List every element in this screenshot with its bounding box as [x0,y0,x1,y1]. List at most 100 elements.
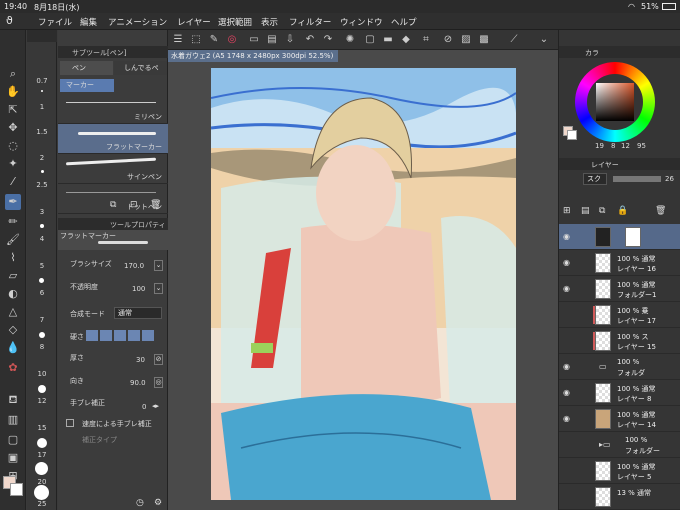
layer-blend-select[interactable]: スク [583,173,607,185]
layer-delete-icon[interactable]: 🗑 [655,206,666,216]
eye-icon[interactable]: ◉ [563,362,570,371]
hardness-selector[interactable] [86,330,154,341]
dropdown-icon[interactable]: ⌄ [154,260,163,271]
size-label[interactable]: 4 [27,235,57,243]
direction-icon[interactable]: ◎ [154,377,163,388]
menu-view[interactable]: 表示 [261,16,278,28]
blend-mode-select[interactable]: 通常 [114,307,162,319]
chevron-down-icon[interactable]: ⌄ [538,34,550,46]
document-tab[interactable]: 水着ガウェ2 (A5 1748 x 2480px 300dpi 52.5%) [168,50,338,62]
eye-icon[interactable]: ◉ [563,388,570,397]
layer-row[interactable]: ◉ ▭ 100 % フォルダ [559,354,680,380]
speed-stabilizer-checkbox[interactable] [66,419,74,427]
layer-row[interactable]: ◉ [559,224,680,250]
layer-row[interactable]: ◉ 100 % 通常 レイヤー 8 [559,380,680,406]
thickness-value[interactable]: 30 [136,356,145,364]
size-label[interactable]: 12 [27,397,57,405]
fill-bucket-icon[interactable]: ⛾ [5,392,21,408]
fish-icon[interactable]: ✿ [5,360,21,376]
lasso-icon[interactable]: ◌ [5,138,21,154]
eye-icon[interactable]: ◉ [563,284,570,293]
menu-edit[interactable]: 編集 [80,16,97,28]
hand-icon[interactable]: ✋ [5,84,21,100]
size-label[interactable]: 10 [27,370,57,378]
select-all-icon[interactable]: ▩ [478,34,490,46]
size-label[interactable]: 25 [27,500,57,508]
size-label[interactable]: 17 [27,451,57,459]
artwork-canvas[interactable] [211,68,516,500]
trash-icon[interactable]: 🗑 [150,200,161,210]
new-raster-icon[interactable]: ⊞ [563,206,571,216]
layer-row[interactable]: ◉ 100 % 通常 レイヤー 14 [559,406,680,432]
hardness-step[interactable] [86,330,98,341]
menu-window[interactable]: ウィンドウ [340,16,383,28]
blend-icon[interactable]: ◐ [5,286,21,302]
eraser-icon[interactable]: ▱ [5,268,21,284]
airbrush-icon[interactable]: ⌇ [5,250,21,266]
eye-icon[interactable]: ◉ [563,414,570,423]
figure-icon[interactable]: △ [5,304,21,320]
reset-icon[interactable]: ◷ [136,498,144,508]
menu-layer[interactable]: レイヤー [177,16,211,28]
layer-opacity-value[interactable]: 26 [665,175,674,183]
size-label[interactable]: 6 [27,289,57,297]
menu-selection[interactable]: 選択範囲 [218,16,252,28]
dropdown-icon[interactable]: ⌄ [154,283,163,294]
layer-row[interactable]: ▸▭ 100 % フォルダー [559,432,680,458]
size-label[interactable]: 2.5 [27,181,57,189]
crop-icon[interactable]: ⌗ [420,34,432,46]
app-logo-icon[interactable]: ϑ [6,14,13,27]
open-folder-icon[interactable]: ▤ [266,34,278,46]
sub-color-swatch[interactable] [10,483,23,496]
pen-icon[interactable]: ✒ [5,194,21,210]
pencil-icon[interactable]: ✏ [5,214,21,230]
size-label[interactable]: 7 [27,316,57,324]
eye-icon[interactable]: ◉ [563,258,570,267]
eye-icon[interactable]: ◉ [563,232,570,241]
hardness-step[interactable] [114,330,126,341]
layer-opacity-slider[interactable] [613,176,661,182]
layer-row[interactable]: ◉ 100 % 通常 レイヤー 16 [559,250,680,276]
save-icon[interactable]: ⇩ [284,34,296,46]
size-label[interactable]: 8 [27,343,57,351]
hamburger-icon[interactable]: ☰ [172,34,184,46]
color-saturation-square[interactable] [596,83,634,121]
copy-subtool-icon[interactable]: ⧉ [110,200,116,210]
delete-icon[interactable]: ▬ [382,34,394,46]
subtool-tab-pen[interactable]: ペン [60,61,113,75]
loading-icon[interactable]: ✺ [344,34,356,46]
hardness-step[interactable] [128,330,140,341]
layer-tab-label[interactable]: レイヤー [591,160,619,170]
subtool-item-millipen[interactable]: ミリペン [58,94,168,124]
magic-wand-icon[interactable]: ✦ [5,156,21,172]
pen-settings-icon[interactable]: ✎ [208,34,220,46]
shape-icon[interactable]: ▢ [5,432,21,448]
deselect-icon[interactable]: ⊘ [442,34,454,46]
opacity-value[interactable]: 100 [132,285,145,293]
layer-row[interactable]: ◉ 100 % 通常 フォルダー1 [559,276,680,302]
size-label[interactable]: 3 [27,208,57,216]
eraser2-icon[interactable]: ◇ [5,322,21,338]
thickness-icon[interactable]: ⊘ [154,354,163,365]
adjust-icon[interactable]: ◂▸ [152,402,159,410]
undo-icon[interactable]: ↶ [304,34,316,46]
size-label[interactable]: 0.7 [27,77,57,85]
layer-transform-icon[interactable]: ⬚ [190,34,202,46]
direction-value[interactable]: 90.0 [130,379,146,387]
sub-color-swatch[interactable] [567,130,577,140]
size-label[interactable]: 5 [27,262,57,270]
hardness-step[interactable] [100,330,112,341]
eyedropper-icon[interactable]: ⁄ [5,174,21,190]
move-icon[interactable]: ✥ [5,120,21,136]
gradient-icon[interactable]: ▥ [5,412,21,428]
subtool-tab-custom[interactable]: しんでるペ [114,61,167,75]
zoom-icon[interactable]: ⌕ [5,66,21,82]
layer-row[interactable]: 13 % 通常 [559,484,680,510]
size-label[interactable]: 1 [27,103,57,111]
frame-icon[interactable]: ▣ [5,450,21,466]
redo-icon[interactable]: ↷ [322,34,334,46]
brush-size-value[interactable]: 170.0 [124,262,144,270]
record-icon[interactable]: ◎ [226,34,238,46]
invert-select-icon[interactable]: ▨ [460,34,472,46]
size-label[interactable]: 2 [27,154,57,162]
